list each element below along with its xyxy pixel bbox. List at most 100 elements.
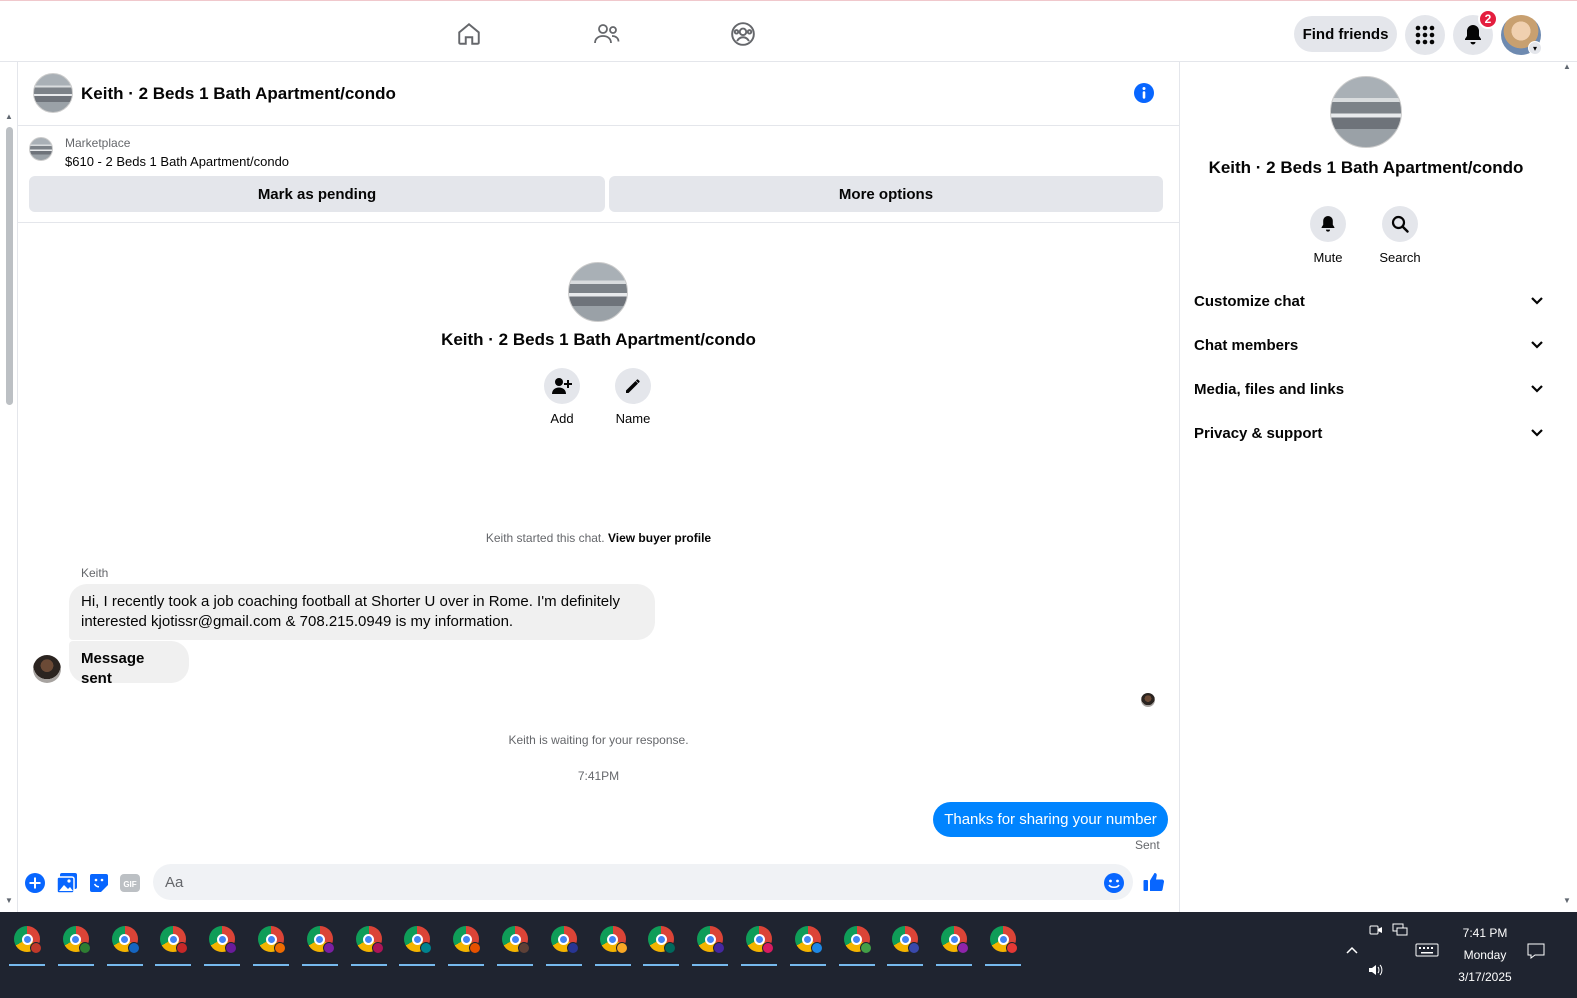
chevron-down-icon: [1530, 293, 1544, 310]
scrollbar-thumb[interactable]: [6, 127, 13, 405]
scroll-down-icon[interactable]: ▼: [1563, 896, 1571, 905]
view-buyer-profile-link[interactable]: View buyer profile: [608, 531, 711, 545]
sender-name: Keith: [81, 566, 109, 580]
chevron-down-icon[interactable]: ▾: [1528, 41, 1542, 55]
groups-icon[interactable]: [725, 17, 761, 51]
network-icon[interactable]: [1391, 922, 1409, 938]
chat-scrollbar[interactable]: ▲ ▼: [0, 62, 18, 912]
taskbar-chrome-app[interactable]: [738, 918, 780, 966]
privacy-support-section[interactable]: Privacy & support: [1194, 413, 1544, 453]
taskbar-chrome-app[interactable]: [348, 918, 390, 966]
taskbar-chrome-app[interactable]: [152, 918, 194, 966]
thumbs-up-icon[interactable]: [1142, 870, 1166, 894]
conversation-avatar: [568, 262, 628, 322]
running-indicator: [155, 964, 192, 966]
taskbar-chrome-app[interactable]: [299, 918, 341, 966]
page-scrollbar[interactable]: ▲ ▼: [1559, 62, 1577, 912]
taskbar-chrome-app[interactable]: [396, 918, 438, 966]
bell-icon: [1310, 206, 1346, 242]
name-chat-button[interactable]: Name: [603, 368, 663, 426]
scroll-up-icon[interactable]: ▲: [1563, 62, 1571, 71]
customize-chat-section[interactable]: Customize chat: [1194, 281, 1544, 321]
chevron-down-icon: [1530, 381, 1544, 398]
listing-thumbnail[interactable]: [29, 137, 53, 161]
listing-title[interactable]: $610 - 2 Beds 1 Bath Apartment/condo: [65, 154, 289, 169]
running-indicator: [253, 964, 289, 966]
menu-grid-button[interactable]: [1405, 15, 1445, 55]
profile-badge: [420, 942, 433, 954]
message-timestamp: 7:41PM: [577, 769, 620, 783]
info-icon[interactable]: [1133, 82, 1155, 104]
profile-badge: [225, 942, 238, 954]
outgoing-message[interactable]: Thanks for sharing your number: [933, 802, 1168, 837]
details-avatar: [1330, 76, 1402, 148]
taskbar-chrome-app[interactable]: [933, 918, 975, 966]
friends-icon[interactable]: [589, 17, 625, 51]
taskbar-chrome-app[interactable]: [689, 918, 731, 966]
running-indicator: [594, 964, 631, 966]
mute-label: Mute: [1313, 250, 1343, 265]
mute-button[interactable]: Mute: [1293, 206, 1363, 265]
running-indicator: [9, 964, 45, 966]
profile-badge: [762, 942, 774, 954]
running-indicator: [399, 964, 436, 966]
taskbar-chrome-app[interactable]: [104, 918, 146, 966]
photo-icon[interactable]: [56, 872, 78, 894]
taskbar-chrome-app[interactable]: [592, 918, 634, 966]
profile-badge: [176, 942, 189, 954]
gif-icon[interactable]: GIF: [119, 872, 141, 894]
clock-time: 7:41 PM: [1462, 926, 1508, 940]
taskbar-chrome-app[interactable]: [55, 918, 97, 966]
taskbar-chrome-app[interactable]: [201, 918, 243, 966]
scroll-down-icon[interactable]: ▼: [5, 896, 13, 905]
chat-members-section[interactable]: Chat members: [1194, 325, 1544, 365]
taskbar-chrome-app[interactable]: [494, 918, 536, 966]
sent-status: Sent: [1135, 838, 1160, 852]
taskbar-chrome-app[interactable]: [836, 918, 878, 966]
profile-badge: [127, 942, 140, 954]
taskbar-chrome-app[interactable]: [982, 918, 1024, 966]
keyboard-icon[interactable]: [1414, 942, 1440, 958]
taskbar-chrome-app[interactable]: [445, 918, 487, 966]
taskbar-chrome-app[interactable]: [884, 918, 926, 966]
sender-avatar[interactable]: [33, 655, 61, 683]
sticker-icon[interactable]: [88, 872, 110, 894]
taskbar-chrome-app[interactable]: [640, 918, 682, 966]
profile-badge: [30, 942, 42, 954]
section-label: Privacy & support: [1194, 424, 1323, 442]
incoming-message[interactable]: Hi, I recently took a job coaching footb…: [69, 584, 655, 640]
emoji-icon[interactable]: [1103, 872, 1125, 894]
add-people-button[interactable]: Add: [532, 368, 592, 426]
system-clock[interactable]: 7:41 PM Monday 3/17/2025: [1440, 922, 1530, 988]
media-files-links-section[interactable]: Media, files and links: [1194, 369, 1544, 409]
scroll-up-icon[interactable]: ▲: [5, 112, 13, 121]
chat-avatar[interactable]: [33, 73, 73, 113]
running-indicator: [936, 964, 973, 966]
message-input[interactable]: [153, 864, 1133, 900]
profile-badge: [713, 942, 726, 954]
meet-now-icon[interactable]: [1368, 922, 1384, 938]
search-in-chat-button[interactable]: Search: [1365, 206, 1435, 265]
chevron-up-icon[interactable]: [1344, 942, 1360, 958]
running-indicator: [57, 964, 94, 966]
taskbar-chrome-app[interactable]: [543, 918, 585, 966]
running-indicator: [887, 964, 924, 966]
running-indicator: [350, 964, 387, 966]
grid-icon: [1415, 25, 1435, 45]
volume-icon[interactable]: [1367, 962, 1385, 978]
chat-title[interactable]: Keith · 2 Beds 1 Bath Apartment/condo: [81, 84, 396, 104]
mark-as-pending-button[interactable]: Mark as pending: [29, 176, 605, 212]
home-icon[interactable]: [451, 17, 487, 51]
notification-center-icon[interactable]: [1526, 942, 1546, 960]
taskbar-chrome-app[interactable]: [787, 918, 829, 966]
profile-badge: [908, 942, 921, 954]
running-indicator: [838, 964, 875, 966]
find-friends-button[interactable]: Find friends: [1294, 16, 1397, 52]
incoming-message[interactable]: Message sent: [69, 641, 189, 687]
chevron-down-icon: [1530, 425, 1544, 442]
profile-badge: [518, 942, 530, 954]
taskbar-chrome-app[interactable]: [250, 918, 292, 966]
plus-circle-icon[interactable]: [24, 872, 46, 894]
more-options-button[interactable]: More options: [609, 176, 1163, 212]
taskbar-chrome-app[interactable]: [6, 918, 48, 966]
